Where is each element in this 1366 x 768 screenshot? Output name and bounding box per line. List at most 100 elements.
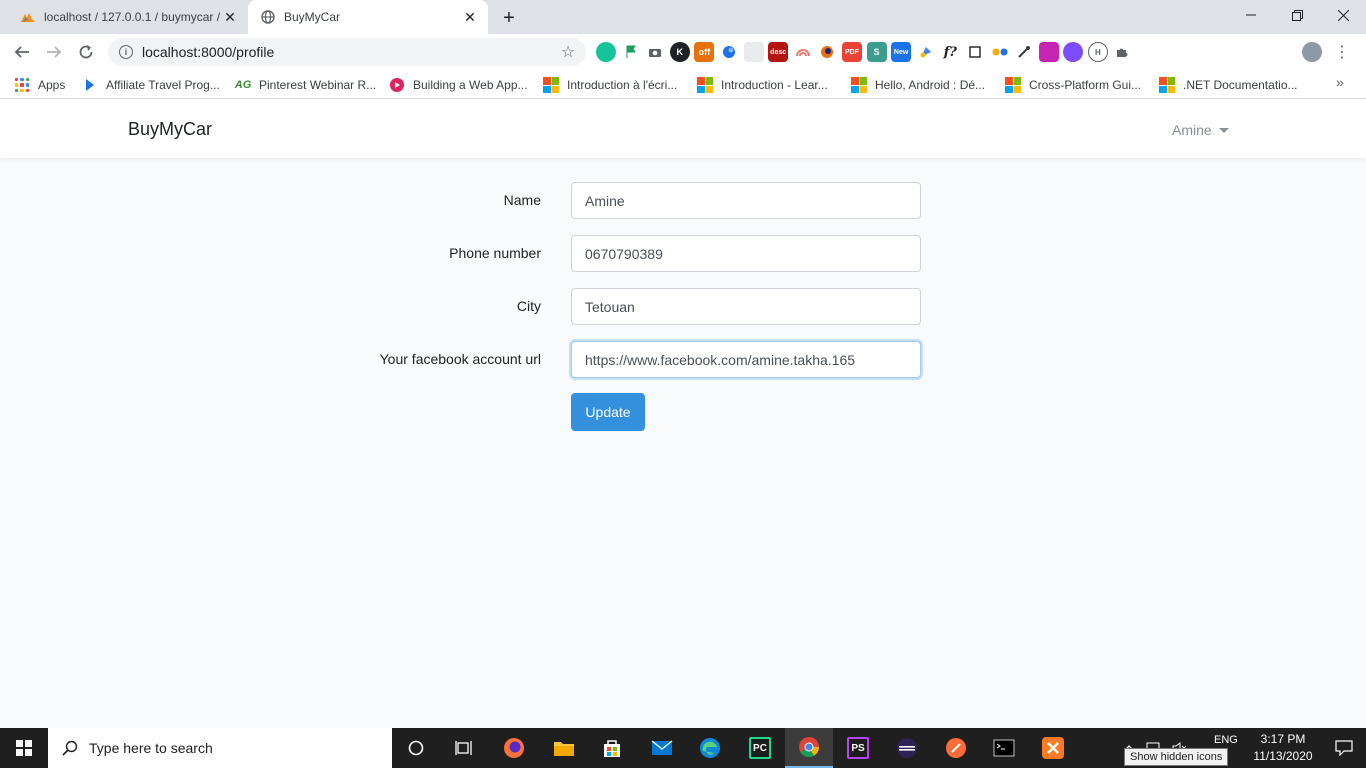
new-badge-icon[interactable]: New xyxy=(891,42,912,62)
clock-date: 11/13/2020 xyxy=(1253,749,1313,763)
input-language[interactable]: ENG xyxy=(1214,732,1238,748)
bookmark-introduction-learn[interactable]: Introduction - Lear... xyxy=(697,75,828,95)
new-tab-button[interactable]: + xyxy=(498,7,520,29)
name-input[interactable] xyxy=(571,182,921,219)
bookmark-introduction-ecriture[interactable]: Introduction à l'écri... xyxy=(543,75,677,95)
bookmark-affiliate-travel[interactable]: Affiliate Travel Prog... xyxy=(82,75,220,95)
bookmark-building-web-app[interactable]: Building a Web App... xyxy=(389,75,528,95)
tab-phpmyadmin[interactable]: localhost / 127.0.0.1 / buymycar / ✕ xyxy=(8,0,248,34)
eyedropper-icon[interactable] xyxy=(1014,42,1035,62)
firefox-taskbar-icon[interactable] xyxy=(490,728,538,768)
forward-button[interactable] xyxy=(40,38,68,66)
owl-icon[interactable] xyxy=(989,42,1010,62)
screenshot-icon[interactable] xyxy=(964,42,985,62)
chrome-taskbar-icon[interactable] xyxy=(785,728,833,768)
terminal-taskbar-icon[interactable] xyxy=(980,728,1028,768)
firefox-like-icon[interactable] xyxy=(817,42,838,62)
restore-button[interactable] xyxy=(1274,0,1320,30)
start-button[interactable] xyxy=(0,728,48,768)
bookmark-pinterest-webinar[interactable]: AG Pinterest Webinar R... xyxy=(235,75,376,95)
phpstorm-glyph: PS xyxy=(847,737,869,759)
phone-label: Phone number xyxy=(449,245,541,261)
store-taskbar-icon[interactable] xyxy=(588,728,636,768)
clock-time: 3:17 PM xyxy=(1260,732,1306,746)
bookmark-label: Affiliate Travel Prog... xyxy=(106,78,220,92)
bookmark-label: .NET Documentatio... xyxy=(1183,78,1298,92)
bookmarks-overflow-icon[interactable]: » xyxy=(1336,74,1344,90)
bookmark-hello-android[interactable]: Hello, Android : Dé... xyxy=(851,75,985,95)
phone-input[interactable] xyxy=(571,235,921,272)
profile-avatar[interactable] xyxy=(1302,42,1322,62)
app-navbar: BuyMyCar Amine xyxy=(0,100,1366,158)
phpstorm-taskbar-icon[interactable]: PS xyxy=(834,728,882,768)
edge-taskbar-icon[interactable] xyxy=(686,728,734,768)
bookmark-label: Apps xyxy=(38,78,66,92)
name-label: Name xyxy=(503,192,541,208)
off-extension-icon[interactable]: off xyxy=(694,42,715,62)
action-center-icon[interactable] xyxy=(1322,728,1366,768)
eclipse-taskbar-icon[interactable] xyxy=(883,728,931,768)
rainbow-icon[interactable] xyxy=(792,42,813,62)
reload-button[interactable] xyxy=(72,38,100,66)
bookmark-label: Pinterest Webinar R... xyxy=(259,78,377,92)
magenta-extension-icon[interactable] xyxy=(1038,42,1059,62)
bookmark-star-icon[interactable]: ☆ xyxy=(558,42,578,62)
city-label: City xyxy=(516,298,541,314)
camera-icon[interactable] xyxy=(645,42,666,62)
close-tab-icon[interactable]: ✕ xyxy=(220,7,240,27)
pdf-icon[interactable]: PDF xyxy=(841,42,862,62)
browser-tab-strip: localhost / 127.0.0.1 / buymycar / ✕ Buy… xyxy=(0,0,1366,34)
address-bar[interactable]: i localhost:8000/profile ☆ xyxy=(108,38,586,66)
extensions-puzzle-icon[interactable] xyxy=(1112,42,1133,62)
blue-drop-icon[interactable] xyxy=(718,42,739,62)
taskbar-search-box[interactable]: Type here to search xyxy=(48,728,392,768)
task-view-button[interactable] xyxy=(440,728,488,768)
bookmark-apps[interactable]: Apps xyxy=(14,75,65,95)
grid-extension-icon[interactable] xyxy=(743,42,764,62)
site-info-icon[interactable]: i xyxy=(119,45,133,59)
microsoft-icon xyxy=(1005,77,1021,93)
desc-extension-icon[interactable]: desc xyxy=(768,42,789,62)
bookmark-label: Building a Web App... xyxy=(413,78,528,92)
xampp-taskbar-icon[interactable] xyxy=(1029,728,1077,768)
user-name: Amine xyxy=(1172,122,1212,138)
k-extension-icon[interactable]: K xyxy=(669,42,690,62)
user-dropdown-toggle[interactable]: Amine xyxy=(1172,122,1229,138)
close-tab-icon[interactable]: ✕ xyxy=(460,7,480,27)
mail-taskbar-icon[interactable] xyxy=(638,728,686,768)
minimize-button[interactable] xyxy=(1228,0,1274,30)
bookmark-cross-platform[interactable]: Cross-Platform Gui... xyxy=(1005,75,1141,95)
system-clock[interactable]: 3:17 PM 11/13/2020 xyxy=(1244,731,1322,765)
bookmark-net-documentation[interactable]: .NET Documentatio... xyxy=(1159,75,1298,95)
puzzle-color-icon[interactable] xyxy=(915,42,936,62)
bookmarks-bar: Apps Affiliate Travel Prog... AG Pintere… xyxy=(0,70,1366,99)
h-extension-icon[interactable]: H xyxy=(1087,42,1108,62)
facebook-url-input[interactable] xyxy=(571,341,921,378)
play-icon xyxy=(389,77,405,93)
file-explorer-taskbar-icon[interactable] xyxy=(540,728,588,768)
tab-buymycar[interactable]: BuyMyCar ✕ xyxy=(248,0,488,34)
bookmark-label: Hello, Android : Dé... xyxy=(875,78,986,92)
url-text: localhost:8000/profile xyxy=(142,44,275,60)
microsoft-icon xyxy=(851,77,867,93)
microsoft-icon xyxy=(1159,77,1175,93)
close-window-button[interactable] xyxy=(1320,0,1366,30)
facebook-url-label: Your facebook account url xyxy=(379,351,541,367)
ag-icon: AG xyxy=(234,79,252,91)
back-button[interactable] xyxy=(8,38,36,66)
grammarly-icon[interactable] xyxy=(596,42,616,62)
chrome-menu-icon[interactable]: ⋮ xyxy=(1334,42,1350,62)
update-button[interactable]: Update xyxy=(571,393,645,431)
bookmark-label: Introduction à l'écri... xyxy=(567,78,678,92)
postman-taskbar-icon[interactable] xyxy=(932,728,980,768)
fx-icon[interactable]: f? xyxy=(940,42,961,62)
purple-extension-icon[interactable] xyxy=(1063,42,1084,62)
pycharm-taskbar-icon[interactable]: PC xyxy=(736,728,784,768)
city-input[interactable] xyxy=(571,288,921,325)
pycharm-glyph: PC xyxy=(749,737,771,759)
brand-logo[interactable]: BuyMyCar xyxy=(128,119,212,140)
s-extension-icon[interactable]: S xyxy=(866,42,887,62)
travel-icon xyxy=(82,77,98,93)
cortana-button[interactable] xyxy=(392,728,440,768)
flag-icon[interactable] xyxy=(620,42,641,62)
